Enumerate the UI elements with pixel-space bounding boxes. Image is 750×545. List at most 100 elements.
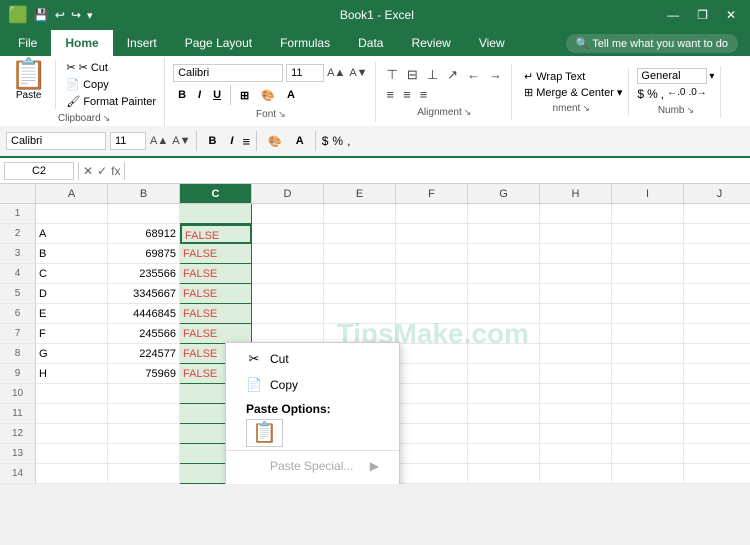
cell-j8[interactable] xyxy=(684,344,750,364)
cell-e5[interactable] xyxy=(324,284,396,304)
cell-e2[interactable] xyxy=(324,224,396,244)
search-box[interactable]: 🔍 Tell me what you want to do xyxy=(566,34,738,53)
cell-g2[interactable] xyxy=(468,224,540,244)
undo-icon[interactable]: ↩ xyxy=(55,8,65,22)
cell-h7[interactable] xyxy=(540,324,612,344)
cell-e3[interactable] xyxy=(324,244,396,264)
alignment-expand[interactable]: ↘ xyxy=(464,107,472,118)
cell-j1[interactable] xyxy=(684,204,750,224)
save-icon[interactable]: 💾 xyxy=(34,8,49,22)
mini-comma-button[interactable]: , xyxy=(347,134,350,148)
cell-g6[interactable] xyxy=(468,304,540,324)
clipboard-expand[interactable]: ↘ xyxy=(103,113,111,124)
comma-button[interactable]: , xyxy=(661,87,664,101)
col-header-c[interactable]: C xyxy=(180,184,252,203)
cell-h6[interactable] xyxy=(540,304,612,324)
decrease-font-size[interactable]: A▼ xyxy=(348,67,368,79)
cell-d5[interactable] xyxy=(252,284,324,304)
currency-button[interactable]: $ xyxy=(637,87,644,101)
align-middle-button[interactable]: ⊟ xyxy=(404,66,421,84)
mini-size-input[interactable] xyxy=(110,132,146,150)
mini-font-input[interactable] xyxy=(6,132,106,150)
mini-italic-button[interactable]: I xyxy=(225,132,238,150)
tab-page-layout[interactable]: Page Layout xyxy=(171,30,266,56)
cell-h3[interactable] xyxy=(540,244,612,264)
minimize-btn[interactable]: — xyxy=(661,6,685,24)
cell-b3[interactable]: 69875 xyxy=(108,244,180,264)
align-left-button[interactable]: ≡ xyxy=(384,86,398,103)
maximize-btn[interactable]: ❐ xyxy=(691,6,714,24)
cell-i3[interactable] xyxy=(612,244,684,264)
cell-h4[interactable] xyxy=(540,264,612,284)
align-bottom-button[interactable]: ⊥ xyxy=(424,66,441,84)
cell-b6[interactable]: 4446845 xyxy=(108,304,180,324)
cell-f2[interactable] xyxy=(396,224,468,244)
insert-function-icon[interactable]: fx xyxy=(111,164,120,178)
cell-a9[interactable]: H xyxy=(36,364,108,384)
cell-i6[interactable] xyxy=(612,304,684,324)
paste-button[interactable]: 📋 Paste xyxy=(10,60,56,109)
cell-b9[interactable]: 75969 xyxy=(108,364,180,384)
wrap-text-button[interactable]: ↵ Wrap Text xyxy=(524,70,622,83)
cell-c2[interactable]: FALSE xyxy=(180,224,252,244)
mini-decrease-font[interactable]: A▼ xyxy=(172,135,190,147)
ctx-paste-special[interactable]: Paste Special... ▶ xyxy=(226,454,399,478)
cell-i10[interactable] xyxy=(612,384,684,404)
text-angle-button[interactable]: ↗ xyxy=(444,66,461,84)
mini-increase-font[interactable]: A▲ xyxy=(150,135,168,147)
cell-b10[interactable] xyxy=(108,384,180,404)
ctx-paste-btn[interactable]: 📋 xyxy=(246,419,283,447)
tab-home[interactable]: Home xyxy=(51,30,112,56)
cell-d1[interactable] xyxy=(252,204,324,224)
cell-d6[interactable] xyxy=(252,304,324,324)
cell-a6[interactable]: E xyxy=(36,304,108,324)
cell-j5[interactable] xyxy=(684,284,750,304)
tab-formulas[interactable]: Formulas xyxy=(266,30,344,56)
cell-c5[interactable]: FALSE xyxy=(180,284,252,304)
cell-c6[interactable]: FALSE xyxy=(180,304,252,324)
border-button[interactable]: ⊞ xyxy=(235,86,254,105)
cell-i1[interactable] xyxy=(612,204,684,224)
number-format-arrow[interactable]: ▾ xyxy=(709,71,714,82)
cell-b4[interactable]: 235566 xyxy=(108,264,180,284)
cell-j10[interactable] xyxy=(684,384,750,404)
cell-g3[interactable] xyxy=(468,244,540,264)
cell-f5[interactable] xyxy=(396,284,468,304)
cell-b2[interactable]: 68912 xyxy=(108,224,180,244)
ctx-copy[interactable]: 📄 Copy xyxy=(226,372,399,398)
cell-i4[interactable] xyxy=(612,264,684,284)
cell-j4[interactable] xyxy=(684,264,750,284)
cell-f9[interactable] xyxy=(396,364,468,384)
cell-a2[interactable]: A xyxy=(36,224,108,244)
italic-button[interactable]: I xyxy=(193,86,206,104)
col-header-f[interactable]: F xyxy=(396,184,468,203)
cell-g8[interactable] xyxy=(468,344,540,364)
align-center-button[interactable]: ≡ xyxy=(400,86,414,103)
cell-j2[interactable] xyxy=(684,224,750,244)
cell-a5[interactable]: D xyxy=(36,284,108,304)
cancel-formula-icon[interactable]: ✕ xyxy=(83,164,93,178)
cell-e7[interactable] xyxy=(324,324,396,344)
cell-a3[interactable]: B xyxy=(36,244,108,264)
cell-e6[interactable] xyxy=(324,304,396,324)
cell-a8[interactable]: G xyxy=(36,344,108,364)
cell-h1[interactable] xyxy=(540,204,612,224)
percent-button[interactable]: % xyxy=(647,87,658,101)
mini-bold-button[interactable]: B xyxy=(203,132,221,150)
ctx-insert-cut[interactable]: Insert Cut Cells xyxy=(226,478,399,484)
cell-a1[interactable] xyxy=(36,204,108,224)
font-size-field[interactable] xyxy=(286,64,324,82)
number-expand[interactable]: ↘ xyxy=(687,105,695,116)
mini-percent-button[interactable]: % xyxy=(332,134,343,148)
redo-icon[interactable]: ↪ xyxy=(71,8,81,22)
cell-d7[interactable] xyxy=(252,324,324,344)
cell-h2[interactable] xyxy=(540,224,612,244)
cell-i8[interactable] xyxy=(612,344,684,364)
align-right-button[interactable]: ≡ xyxy=(417,86,431,103)
ctx-cut[interactable]: ✂ Cut xyxy=(226,346,399,372)
fill-color-button[interactable]: 🎨 xyxy=(256,86,280,105)
number-format-input[interactable] xyxy=(637,68,707,84)
indent-right-button[interactable]: → xyxy=(486,66,505,84)
cell-c4[interactable]: FALSE xyxy=(180,264,252,284)
cell-d4[interactable] xyxy=(252,264,324,284)
